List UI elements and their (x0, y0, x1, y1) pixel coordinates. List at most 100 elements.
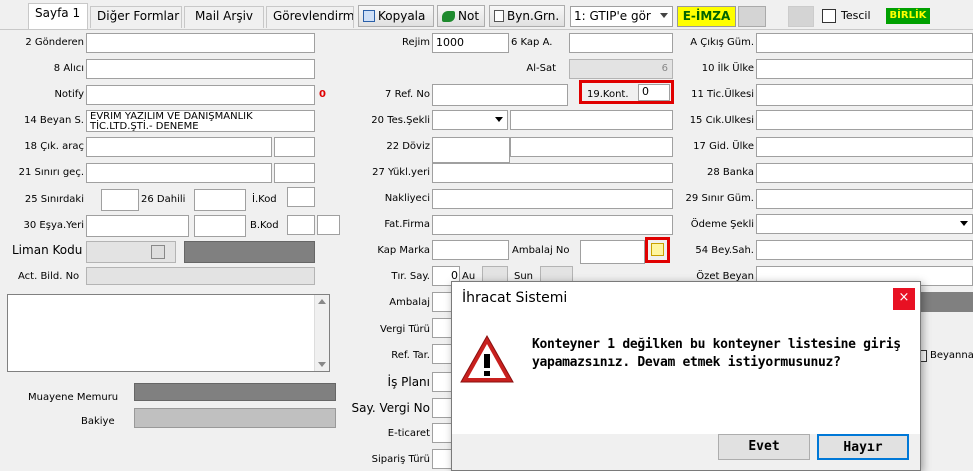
ambalaj-no-field[interactable] (580, 240, 645, 264)
close-icon[interactable]: × (893, 288, 915, 310)
esya-yeri-code-field[interactable] (194, 215, 246, 237)
tic-ulkesi-label: 11 Tic.Ülkesi (691, 89, 754, 100)
birlik-badge[interactable]: BİRLİK (886, 8, 930, 24)
rejim-field[interactable]: 1000 (432, 33, 509, 53)
tic-ulkesi-field[interactable] (756, 84, 973, 106)
bey-sah-label: 54 Bey.Sah. (695, 245, 754, 256)
beyan-label: 14 Beyan S. (23, 115, 84, 126)
kap-marka-label: Kap Marka (377, 245, 430, 256)
scroll-down-arrow-icon[interactable] (318, 362, 326, 367)
dahili-field[interactable] (194, 189, 246, 211)
sinirdaki-field[interactable] (101, 189, 139, 211)
bey-sah-field[interactable] (756, 240, 973, 260)
alici-label: 8 Alıcı (53, 63, 84, 74)
act-bild-field[interactable] (86, 267, 315, 285)
ambalaj-field[interactable] (432, 292, 452, 312)
a-cikis-field[interactable] (756, 33, 973, 53)
sinir-gec-field[interactable] (86, 163, 272, 183)
sinirdaki-label: 25 Sınırdaki (24, 194, 84, 205)
bakiye-label: Bakiye (81, 416, 115, 427)
al-sat-label: Al-Sat (526, 63, 556, 74)
chevron-down-icon (495, 117, 503, 122)
notify-count: 0 (319, 89, 326, 100)
notify-field[interactable] (86, 85, 315, 105)
scroll-up-arrow-icon[interactable] (318, 299, 326, 304)
tes-sekli-select[interactable] (432, 110, 508, 130)
toolbar-blank-button-2[interactable] (788, 6, 814, 27)
gtip-select[interactable]: 1: GTIP'e gör (570, 6, 673, 27)
kap-a-field[interactable] (569, 33, 673, 53)
doviz-label: 22 Döviz (386, 141, 430, 152)
ikod-label: İ.Kod (252, 194, 277, 205)
warning-icon (460, 334, 514, 383)
tab-gorevlendirme[interactable]: Görevlendirme (266, 6, 354, 28)
gonderen-field[interactable] (86, 33, 315, 53)
is-plani-field[interactable] (432, 372, 452, 392)
list-picker-icon[interactable] (151, 245, 165, 259)
edit-note-icon (651, 243, 664, 256)
say-vergi-no-field[interactable] (432, 398, 452, 418)
tescil-checkbox[interactable] (822, 9, 836, 23)
tab-diger-formlar[interactable]: Diğer Formlar (90, 6, 182, 28)
kap-marka-field[interactable] (432, 240, 509, 260)
gonderen-label: 2 Gönderen (25, 37, 84, 48)
ikod-field[interactable] (287, 187, 315, 207)
ilk-ulke-field[interactable] (756, 59, 973, 79)
odeme-sekli-select[interactable] (756, 214, 973, 234)
doviz-desc-field[interactable] (510, 137, 673, 157)
cik-arac-field[interactable] (86, 137, 272, 157)
tab-sayfa-1[interactable]: Sayfa 1 (28, 3, 88, 29)
beyan-field[interactable]: EVRİM YAZILIM VE DANIŞMANLIK TİC.LTD.ŞTİ… (86, 110, 315, 132)
esya-yeri-label: 30 Eşya.Yeri (23, 220, 84, 231)
alici-field[interactable] (86, 59, 315, 79)
sinir-gec-code-field[interactable] (274, 163, 315, 183)
gid-ulke-field[interactable] (756, 137, 973, 157)
toolbar-blank-button[interactable] (738, 6, 766, 27)
ambalaj-edit-button[interactable] (645, 237, 670, 263)
e-ticaret-field[interactable] (432, 423, 452, 443)
vergi-turu-field[interactable] (432, 318, 452, 338)
liman-kodu-desc (184, 241, 315, 263)
tab-mail-arsiv[interactable]: Mail Arşiv (184, 6, 264, 28)
bakiye-field[interactable] (134, 408, 336, 428)
kont-field[interactable]: 0 (638, 84, 670, 101)
siparis-turu-label: Sipariş Türü (371, 454, 430, 465)
dialog-message-line-1: Konteyner 1 değilken bu konteyner listes… (532, 337, 901, 352)
ref-no-field[interactable] (432, 84, 568, 106)
dialog-body: Konteyner 1 değilken bu konteyner listes… (452, 316, 920, 434)
confirm-dialog: İhracat Sistemi × Konteyner 1 değilken b… (451, 281, 921, 471)
dialog-title: İhracat Sistemi (452, 282, 920, 316)
bkod-field[interactable] (287, 215, 315, 235)
yukl-yeri-label: 27 Yükl.yeri (372, 167, 430, 178)
nakliyeci-field[interactable] (432, 189, 673, 209)
hayir-button[interactable]: Hayır (817, 434, 909, 460)
liman-kodu-label: Liman Kodu (12, 243, 83, 257)
fat-firma-field[interactable] (432, 215, 673, 235)
siparis-turu-field[interactable] (432, 449, 452, 469)
evet-button[interactable]: Evet (718, 434, 810, 460)
bkod-extra-field[interactable] (317, 215, 340, 235)
e-imza-button[interactable]: E-İMZA (677, 6, 736, 27)
tes-sekli-desc-field[interactable] (510, 110, 673, 130)
yukl-yeri-field[interactable] (432, 163, 673, 183)
gid-ulke-label: 17 Gid. Ülke (693, 141, 754, 152)
cik-ulkesi-field[interactable] (756, 110, 973, 130)
note-icon (442, 10, 455, 22)
doviz-field[interactable] (432, 137, 510, 163)
document-icon (494, 10, 504, 22)
muayene-field[interactable] (134, 383, 336, 401)
cik-arac-code-field[interactable] (274, 137, 315, 157)
esya-yeri-field[interactable] (86, 215, 189, 237)
banka-field[interactable] (756, 163, 973, 183)
ambalaj-label: Ambalaj (389, 297, 430, 308)
tescil-label: Tescil (841, 9, 871, 22)
not-button[interactable]: Not (437, 5, 485, 27)
scrollbar-track[interactable] (314, 295, 329, 371)
ref-tar-field[interactable] (432, 344, 452, 364)
tir-say-label: Tır. Say. (391, 271, 430, 282)
byn-grn-button[interactable]: Byn.Grn. (489, 5, 565, 27)
sinir-gum-field[interactable] (756, 189, 973, 209)
notes-textarea[interactable] (7, 294, 330, 372)
kopyala-button[interactable]: Kopyala (358, 5, 434, 27)
al-sat-field: 6 (569, 59, 673, 79)
